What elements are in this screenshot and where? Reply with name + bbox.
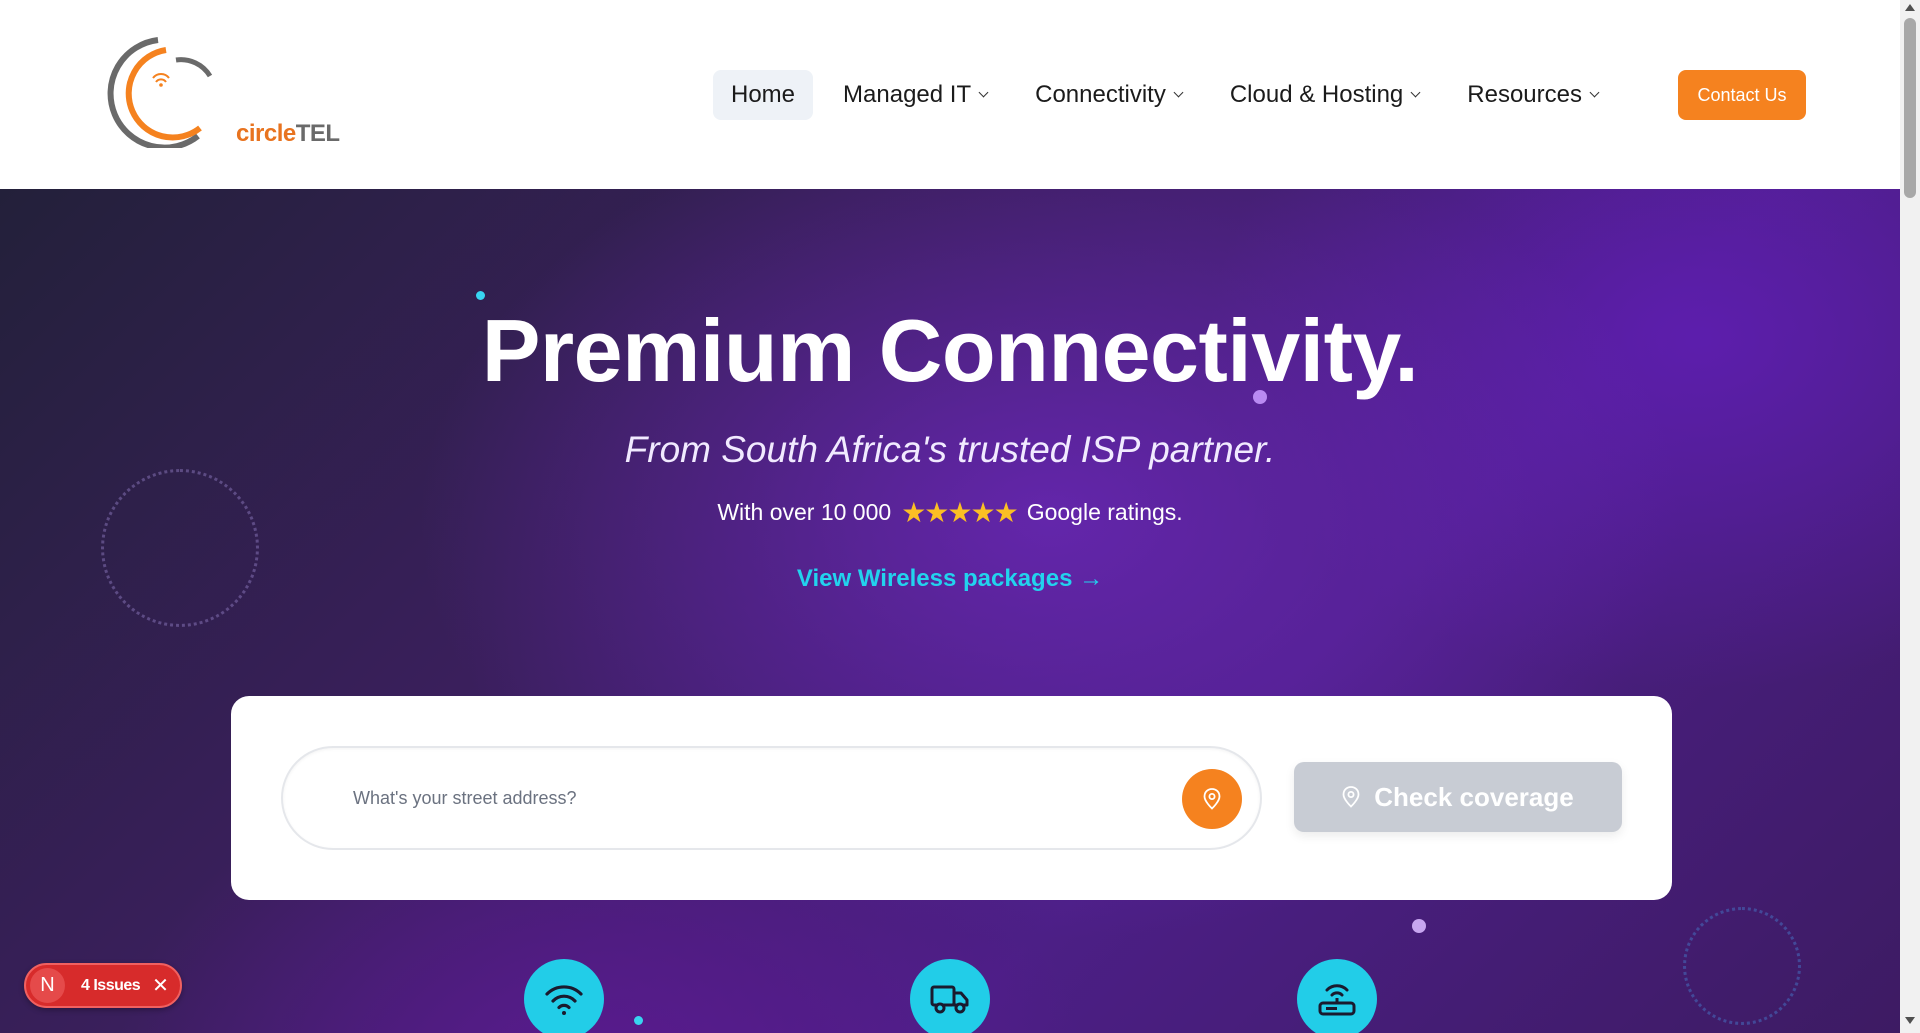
scroll-up-arrow-icon[interactable] (1905, 4, 1915, 11)
truck-icon (930, 985, 969, 1014)
chevron-down-icon (1589, 87, 1600, 98)
decorative-dot (1412, 919, 1426, 933)
issues-badge[interactable]: N 4 Issues ✕ (24, 963, 182, 1008)
main-nav: Home Managed IT Connectivity Cloud & Hos… (713, 70, 1628, 120)
delivery-feature[interactable] (910, 959, 990, 1033)
page-scrollbar[interactable] (1900, 0, 1920, 1033)
decorative-dot (476, 291, 485, 300)
chevron-down-icon (978, 87, 989, 98)
rating-prefix: With over 10 000 (717, 499, 892, 525)
scroll-down-arrow-icon[interactable] (1905, 1017, 1915, 1024)
view-wireless-packages-link[interactable]: View Wireless packages → (0, 565, 1900, 593)
scroll-thumb[interactable] (1904, 18, 1916, 198)
logo-wordmark: circleTEL (236, 120, 340, 147)
hero-rating: With over 10 000 ★★★★★ Google ratings. (0, 496, 1900, 529)
location-pin-icon (1342, 786, 1360, 808)
chevron-down-icon (1173, 87, 1184, 98)
hero-section: Premium Connectivity. From South Africa'… (0, 189, 1900, 1033)
contact-us-button[interactable]: Contact Us (1678, 70, 1806, 120)
close-icon[interactable]: ✕ (152, 973, 169, 998)
site-header: circleTEL Home Managed IT Connectivity C… (0, 0, 1900, 189)
locate-me-button[interactable] (1182, 769, 1242, 829)
hero-title: Premium Connectivity. (481, 301, 1419, 400)
decorative-ring (101, 469, 259, 627)
street-address-input[interactable] (353, 778, 1153, 818)
next-logo-icon: N (30, 968, 65, 1003)
address-search-field (281, 746, 1262, 850)
nav-item-managed-it[interactable]: Managed IT (825, 70, 1005, 120)
location-pin-icon (1203, 788, 1221, 810)
rating-suffix: Google ratings. (1026, 499, 1183, 525)
nav-item-resources[interactable]: Resources (1449, 70, 1616, 120)
circletel-logo[interactable]: circleTEL (98, 36, 340, 151)
nav-item-connectivity[interactable]: Connectivity (1017, 70, 1200, 120)
issues-count: 4 Issues (81, 976, 141, 994)
check-coverage-button[interactable]: Check coverage (1294, 762, 1622, 832)
star-rating-icon: ★★★★★ (901, 497, 1019, 528)
nav-item-home[interactable]: Home (713, 70, 814, 120)
coverage-search-card: Check coverage (231, 696, 1672, 900)
wifi-icon (545, 985, 583, 1015)
wifi-feature[interactable] (524, 959, 604, 1033)
decorative-dot (634, 1016, 643, 1025)
hero-subtitle: From South Africa's trusted ISP partner. (624, 429, 1276, 470)
decorative-ring (1683, 907, 1801, 1025)
chevron-down-icon (1410, 87, 1421, 98)
logo-swoosh-icon (107, 37, 213, 151)
router-icon (1318, 984, 1356, 1016)
router-feature[interactable] (1297, 959, 1377, 1033)
nav-item-cloud-hosting[interactable]: Cloud & Hosting (1212, 70, 1437, 120)
